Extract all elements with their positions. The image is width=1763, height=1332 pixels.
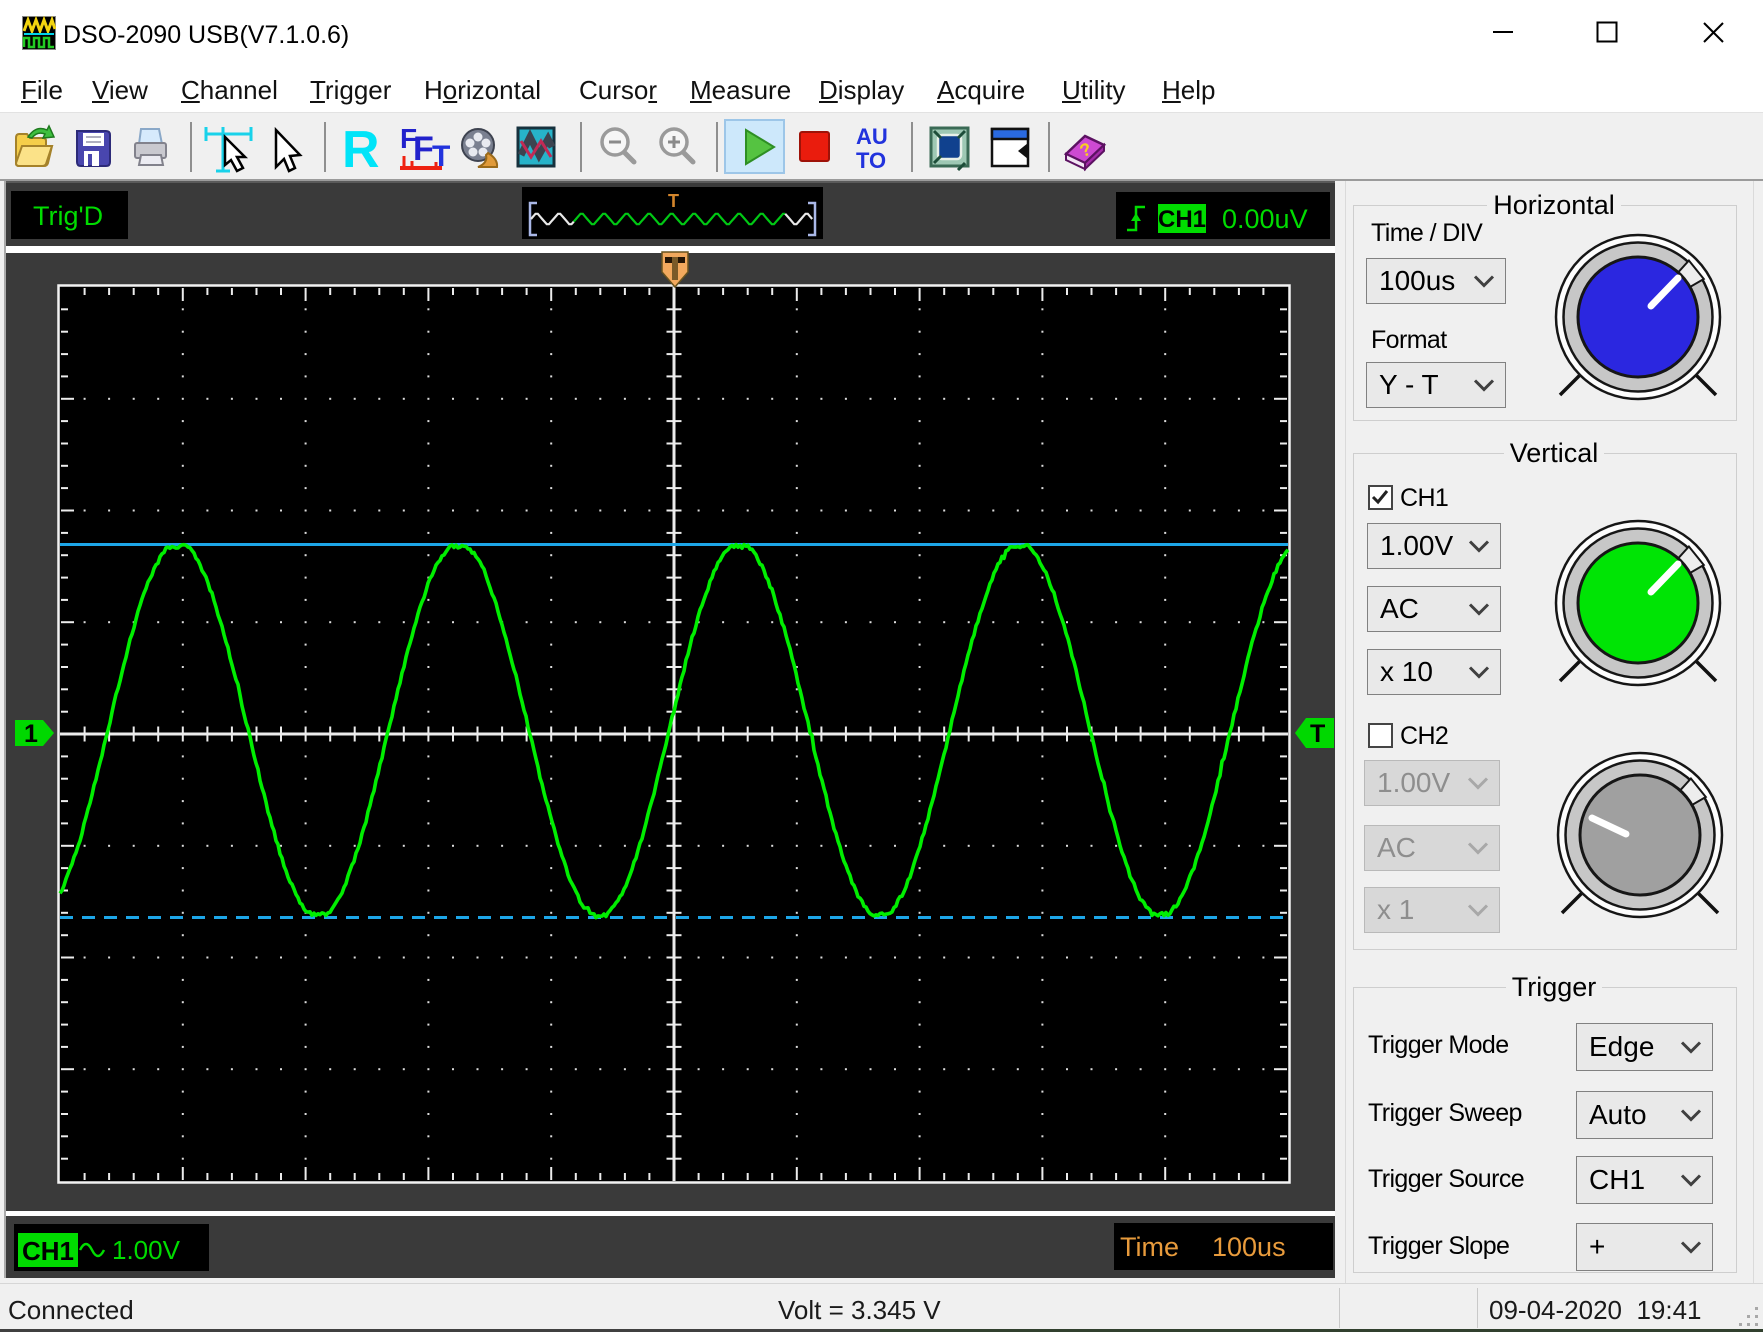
- svg-text:100us: 100us: [1212, 1232, 1286, 1262]
- svg-text:T: T: [668, 191, 679, 211]
- svg-text:F: F: [413, 130, 434, 168]
- svg-text:CH1: CH1: [22, 1236, 74, 1266]
- svg-text:TO: TO: [856, 148, 886, 173]
- svg-text:1.00V: 1.00V: [112, 1235, 181, 1265]
- svg-text:Trig'D: Trig'D: [33, 201, 103, 231]
- svg-text:1: 1: [24, 720, 38, 748]
- svg-text:T: T: [1310, 720, 1325, 748]
- svg-text:Time: Time: [1120, 1232, 1179, 1262]
- svg-text:0.00uV: 0.00uV: [1222, 204, 1308, 234]
- svg-text:AU: AU: [856, 124, 888, 149]
- svg-text:R: R: [342, 121, 380, 179]
- svg-text:CH1: CH1: [1158, 206, 1206, 233]
